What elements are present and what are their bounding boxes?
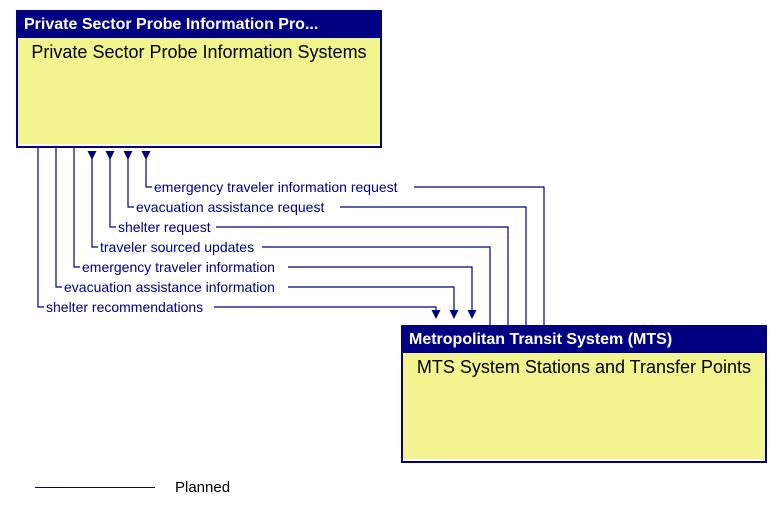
flow-label-emergency-traveler-info-request: emergency traveler information request: [154, 179, 398, 195]
entity-private-sector: Private Sector Probe Information Pro... …: [16, 10, 382, 148]
flow-label-shelter-recommendations: shelter recommendations: [46, 299, 203, 315]
entity-private-sector-title: Private Sector Probe Information Systems: [31, 42, 366, 63]
flow-label-evacuation-assistance-request: evacuation assistance request: [136, 199, 324, 215]
entity-mts-title: MTS System Stations and Transfer Points: [417, 357, 751, 378]
flow-label-emergency-traveler-information: emergency traveler information: [82, 259, 275, 275]
entity-mts-header: Metropolitan Transit System (MTS): [403, 327, 765, 353]
entity-private-sector-header: Private Sector Probe Information Pro...: [18, 12, 380, 38]
flow-label-shelter-request: shelter request: [118, 219, 211, 235]
legend-text-planned: Planned: [175, 479, 230, 496]
legend-line-planned: [35, 487, 155, 488]
entity-private-sector-body: Private Sector Probe Information Systems: [18, 38, 380, 144]
flow-label-traveler-sourced-updates: traveler sourced updates: [100, 239, 254, 255]
flow-label-evacuation-assistance-information: evacuation assistance information: [64, 279, 275, 295]
entity-mts-body: MTS System Stations and Transfer Points: [403, 353, 765, 459]
entity-mts: Metropolitan Transit System (MTS) MTS Sy…: [401, 325, 767, 463]
